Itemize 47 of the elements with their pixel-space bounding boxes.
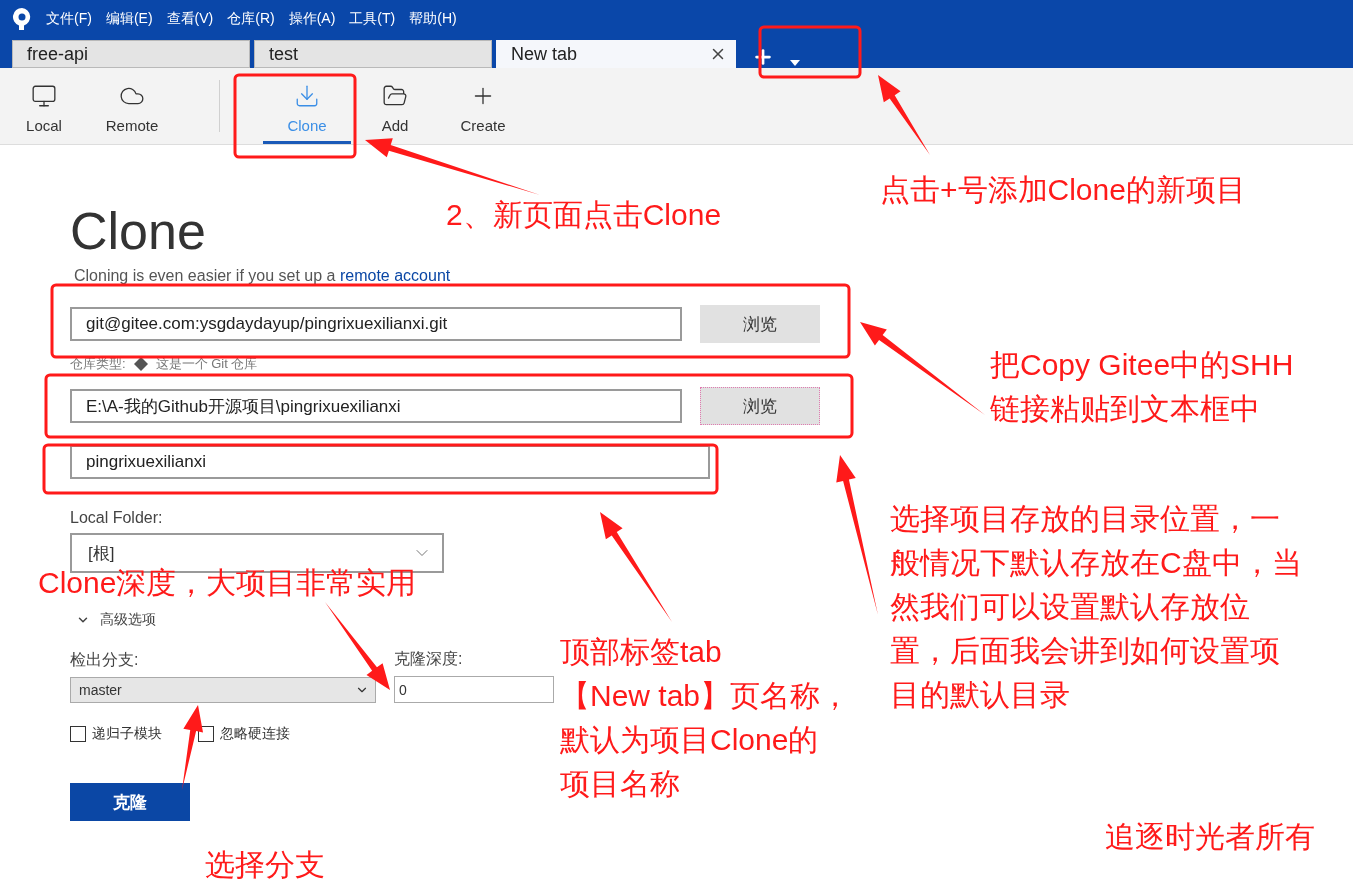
checkbox-label: 递归子模块 [92,725,162,743]
menu-item[interactable]: 查看(V) [166,10,214,28]
checkbox[interactable] [70,726,86,742]
clone-button[interactable]: 克隆 [70,783,190,821]
annotation-text: 2、新页面点击Clone [446,197,722,233]
monitor-icon [31,83,57,109]
tab[interactable]: New tab [496,40,736,68]
logo-icon [12,7,32,31]
page-title: Clone [70,201,206,261]
git-icon [133,357,148,371]
repo-type-label: 仓库类型: [70,355,126,373]
toolbar-button[interactable]: Create [439,68,527,144]
tab[interactable]: test [254,40,492,68]
toolbar-button[interactable]: Local [0,68,88,144]
annotation-text: 把Copy Gitee中的SHH 链接粘贴到文本框中 [990,347,1294,427]
menu-item[interactable]: 工具(T) [349,10,396,28]
repo-type-text: 这是一个 Git 仓库 [155,355,258,373]
annotation-text: 选择项目存放的目录位置，一 般情况下默认存放在C盘中，当 然我们可以设置默认存放位 置，后面我会讲到如何设置项 目的默认目录 [890,501,1302,713]
branch-label: 检出分支: [70,650,139,670]
name-field[interactable]: pingrixuexilianxi [70,445,710,479]
source-url-field[interactable]: git@gitee.com:ysgdaydayup/pingrixuexilianxi.git [70,307,682,341]
depth-field[interactable]: 0 [394,676,554,703]
menu-item[interactable]: 帮助(H) [409,10,457,28]
checkbox-label: 忽略硬连接 [220,725,290,743]
browse-button[interactable]: 浏览 [700,387,820,425]
caret-icon[interactable] [790,60,800,66]
advanced-options-toggle[interactable]: 高级选项 [70,611,156,629]
local-folder-label: Local Folder: [70,509,163,527]
remote-account-link[interactable]: remote account [339,267,451,284]
browse-button[interactable]: 浏览 [700,305,820,343]
toolbar-button[interactable]: Remote [88,68,176,144]
menu-item[interactable]: 仓库(R) [227,10,275,28]
annotation-text: 点击+号添加Clone的新项目 [880,172,1246,208]
destination-field[interactable]: E:\A-我的Github开源项目\pingrixuexilianxi [70,389,682,423]
depth-label: 克隆深度: [394,649,463,669]
annotation-text: 追逐时光者所有 [1105,819,1315,855]
menu-item[interactable]: 编辑(E) [105,10,153,28]
menu-item[interactable]: 操作(A) [288,10,336,28]
toolbar-button[interactable]: Add [351,68,439,144]
annotation-text: 选择分支 [205,847,325,883]
plus-icon[interactable] [752,46,774,68]
download-icon [294,83,320,109]
hint-text: Cloning is even easier if you set up a remote account [74,267,451,285]
annotation-text: 顶部标签tab 【New tab】页名称， 默认为项目Clone的 项目名称 [560,634,851,802]
branch-select[interactable]: master [70,677,376,703]
tab[interactable]: free-api [12,40,250,68]
menu-item[interactable]: 文件(F) [46,10,92,28]
